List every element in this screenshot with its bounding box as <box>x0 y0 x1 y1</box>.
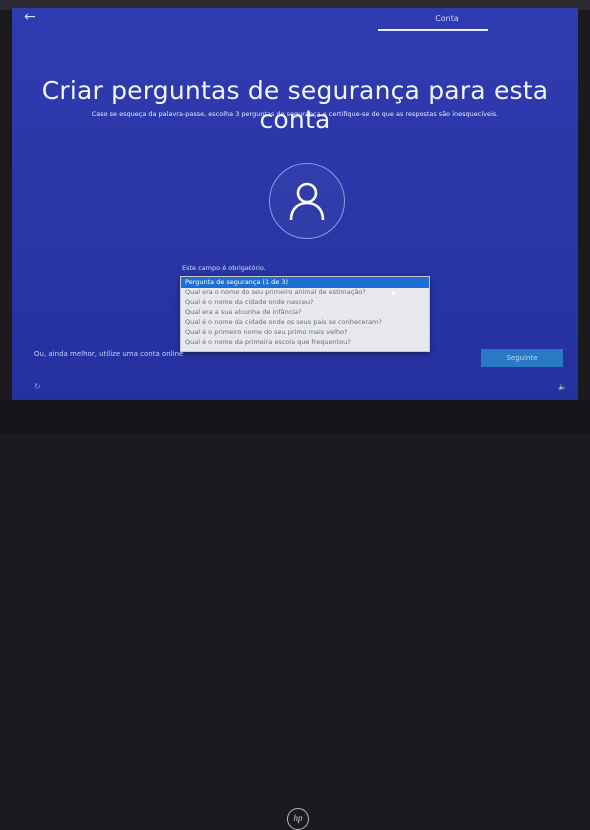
ease-of-access-icon[interactable]: ↻ <box>34 382 41 391</box>
person-icon <box>289 182 325 221</box>
hp-logo-icon: hp <box>287 808 309 830</box>
dropdown-option-selected[interactable]: Pergunta de segurança (1 de 3) <box>181 277 429 288</box>
page-title: Criar perguntas de segurança para esta c… <box>41 76 549 134</box>
offline-account-link[interactable]: Ou, ainda melhor, utilize uma conta onli… <box>34 350 183 358</box>
tab-conta: Conta <box>435 14 459 23</box>
required-field-message: Este campo é obrigatório. <box>182 264 266 272</box>
dropdown-option[interactable]: Qual é o nome da primeira escola que fre… <box>181 338 429 348</box>
dropdown-option[interactable]: Qual é o primeiro nome do seu primo mais… <box>181 328 429 338</box>
dropdown-option[interactable]: Qual é o nome da cidade onde os seus pai… <box>181 318 429 328</box>
user-avatar <box>269 163 345 239</box>
top-bar: ← Conta <box>12 8 578 32</box>
back-arrow-icon[interactable]: ← <box>24 9 36 25</box>
next-button[interactable]: Seguinte <box>481 349 563 367</box>
security-question-dropdown[interactable]: Pergunta de segurança (1 de 3) Qual era … <box>180 276 430 352</box>
dropdown-option[interactable]: Qual era a sua alcunha de infância? <box>181 308 429 318</box>
page-subtitle: Caso se esqueça da palavra-passe, escolh… <box>91 110 499 118</box>
tab-progress-line <box>378 29 488 31</box>
monitor-bezel-bottom: hp <box>0 400 590 830</box>
oobe-screen: ← Conta Criar perguntas de segurança par… <box>12 8 578 400</box>
volume-icon[interactable]: 🔈 <box>558 383 567 391</box>
hp-logo-text: hp <box>293 813 303 823</box>
dropdown-option[interactable]: Qual é o nome da cidade onde nasceu? <box>181 298 429 308</box>
